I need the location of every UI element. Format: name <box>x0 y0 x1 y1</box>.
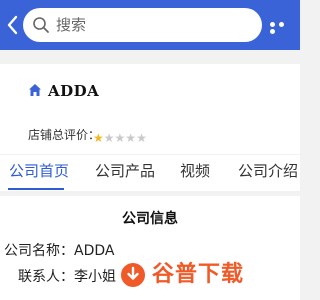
rating-label: 店铺总评价： <box>28 128 101 142</box>
tab-bar: 公司首页 公司产品 视频 公司介绍 <box>0 155 300 191</box>
star-icon: ★ <box>125 131 137 145</box>
home-icon <box>29 84 41 96</box>
watermark-logo: 谷普下载 <box>120 260 244 292</box>
tab-video[interactable]: 视频 <box>180 155 210 191</box>
tab-products[interactable]: 公司产品 <box>95 155 155 191</box>
tab-home[interactable]: 公司首页 <box>9 155 69 191</box>
star-icon: ★ <box>103 131 115 145</box>
info-row-company-name: 公司名称：ADDA <box>0 240 114 260</box>
star-icon: ★ <box>93 131 104 145</box>
search-placeholder: 搜索 <box>56 16 87 34</box>
chevron-left-icon[interactable] <box>4 13 22 37</box>
store-name: ADDA <box>48 82 100 100</box>
star-icon: ★ <box>114 131 126 145</box>
info-key: 公司名称： <box>4 243 74 259</box>
active-tab-indicator <box>8 188 64 190</box>
rating-stars: ★★★★★ <box>93 127 147 144</box>
info-value: 李小姐 <box>74 269 116 285</box>
info-row-contact: 联系人：李小姐 <box>0 266 116 286</box>
tab-about[interactable]: 公司介绍 <box>238 155 298 191</box>
info-key: 联系人： <box>18 269 74 285</box>
top-bar: 搜索 <box>0 0 300 50</box>
search-icon <box>33 17 49 33</box>
info-value: ADDA <box>74 243 115 259</box>
more-dots-icon[interactable] <box>268 20 294 34</box>
download-icon <box>121 263 145 287</box>
watermark-text: 谷普下载 <box>152 262 245 287</box>
company-info-title: 公司信息 <box>122 211 178 227</box>
search-input[interactable]: 搜索 <box>23 8 262 42</box>
store-header: ADDA 店铺总评价： ★★★★★ <box>0 64 300 154</box>
star-icon: ★ <box>136 131 147 145</box>
